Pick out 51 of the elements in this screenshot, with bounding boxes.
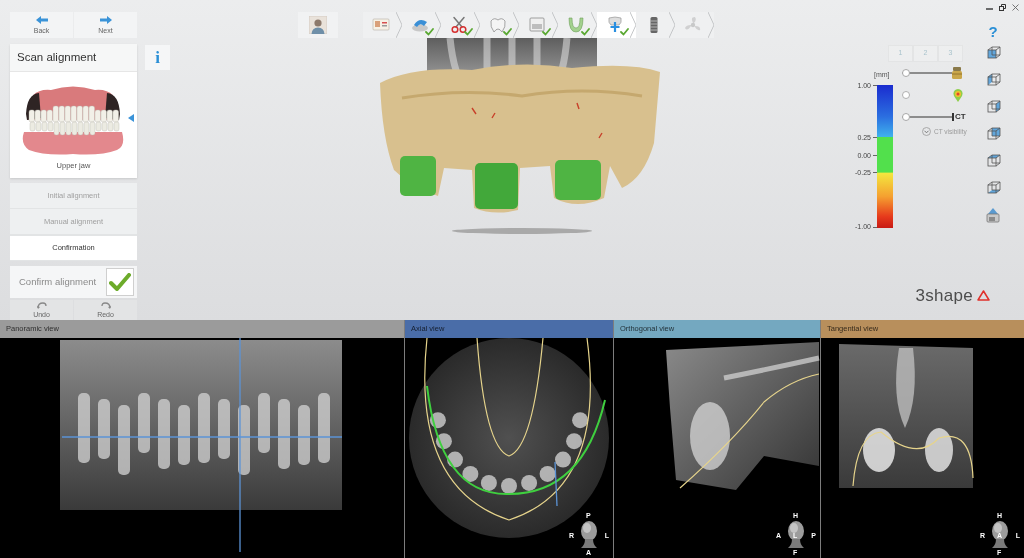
slice-marker-line[interactable]	[554, 461, 558, 507]
tooth-crown-icon	[488, 16, 507, 34]
help-button[interactable]: ?	[980, 22, 1006, 40]
tooth-plus-icon	[605, 16, 624, 34]
arch-curve[interactable]	[426, 385, 606, 495]
slider-thumb[interactable]	[902, 69, 910, 77]
dental-arch-icon	[566, 16, 585, 34]
info-button[interactable]: i	[145, 45, 170, 70]
confirm-label: Confirm alignment	[19, 274, 97, 289]
logo-text: 3shape	[915, 287, 973, 304]
view-cube-icon[interactable]	[985, 45, 1001, 61]
person-icon	[309, 16, 327, 34]
redo-icon	[100, 302, 111, 309]
ct-label: CT	[952, 113, 966, 121]
pointer-triangle-icon	[128, 114, 134, 122]
confirm-checkbox[interactable]	[106, 268, 134, 296]
patient-button[interactable]	[298, 12, 338, 38]
head-icon	[579, 520, 599, 548]
map-pin-icon	[953, 88, 963, 102]
box-icon	[527, 16, 546, 34]
head-icon	[990, 520, 1010, 548]
slider-thumb[interactable]	[902, 113, 910, 121]
view-cube-icon[interactable]	[985, 99, 1001, 115]
workflow-step[interactable]	[480, 12, 519, 38]
workflow-step[interactable]	[441, 12, 480, 38]
undo-icon	[36, 302, 47, 309]
view-cube-icon[interactable]	[985, 72, 1001, 88]
head-icon	[786, 520, 806, 548]
triangle-logo-icon	[977, 290, 990, 301]
arrow-right-icon	[99, 16, 112, 24]
view-cube-icon[interactable]	[985, 153, 1001, 169]
workflow-step[interactable]	[597, 12, 636, 38]
vertical-crosshair-line[interactable]	[239, 338, 241, 553]
house-icon[interactable]	[985, 207, 1001, 223]
panel-title: Scan alignment	[10, 44, 137, 72]
opacity-slider[interactable]	[902, 69, 952, 77]
scissors-icon	[449, 16, 468, 34]
workflow-step[interactable]	[636, 12, 675, 38]
view-cube-icon[interactable]	[985, 126, 1001, 142]
workflow-step[interactable]	[402, 12, 441, 38]
close-icon[interactable]	[1012, 3, 1019, 11]
checkmark-icon	[109, 273, 131, 291]
implant-icon	[649, 16, 658, 34]
restore-icon[interactable]	[999, 3, 1006, 11]
layer-toggle[interactable]	[902, 91, 910, 99]
view-cube-icon[interactable]	[985, 180, 1001, 196]
opacity-slider[interactable]	[902, 113, 952, 121]
implant-icon	[952, 67, 962, 79]
arrow-left-icon	[35, 16, 48, 24]
chevron-down-icon	[922, 127, 931, 137]
id-card-icon	[371, 16, 390, 34]
